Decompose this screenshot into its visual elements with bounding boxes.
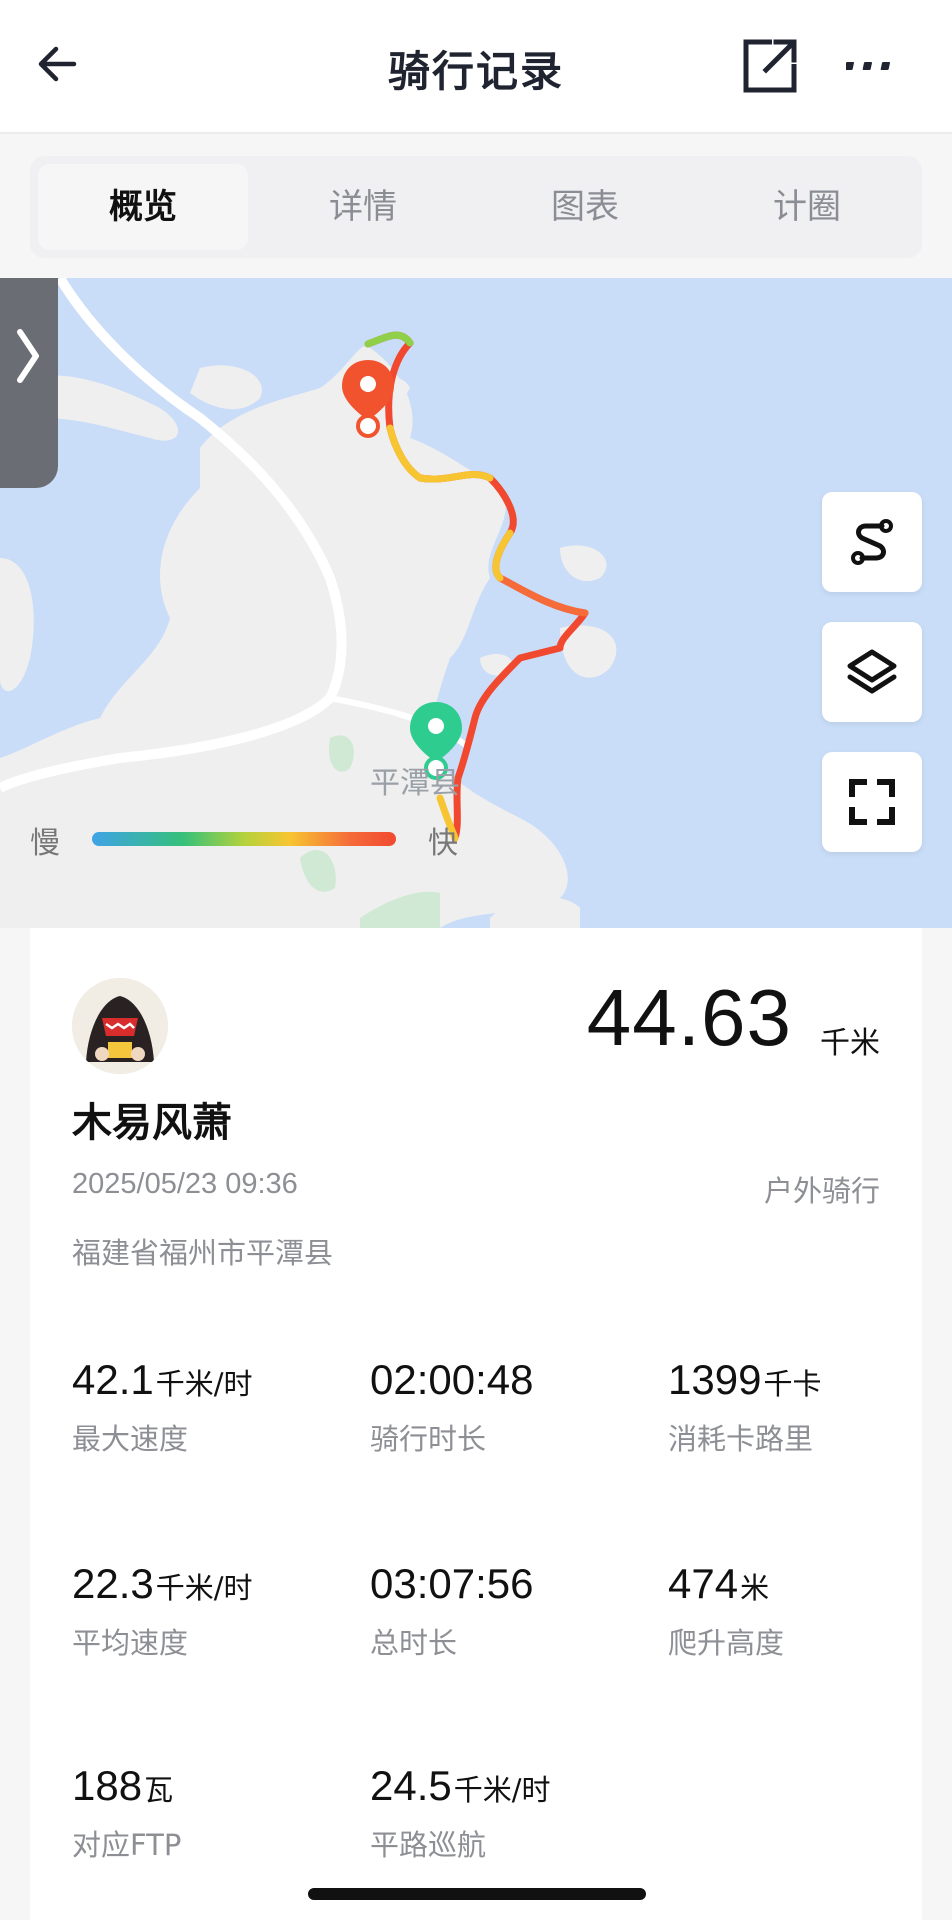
stat-total-duration: 03:07:56 总时长 [370,1560,660,1662]
stat-label: 最大速度 [72,1422,189,1456]
tab-overview[interactable]: 概览 [38,164,248,250]
stat-label: 消耗卡路里 [668,1422,814,1456]
stat-value: 474 [668,1560,739,1607]
stat-max-speed: 42.1千米/时 最大速度 [72,1356,362,1458]
tab-laps[interactable]: 计圈 [702,164,912,250]
more-button[interactable] [844,44,898,84]
route-map[interactable] [0,278,952,928]
activity-type: 户外骑行 [763,1174,880,1208]
stat-unit: 米 [740,1571,770,1605]
chevron-right-icon [17,329,39,383]
stat-unit: 瓦 [144,1773,174,1807]
stat-ride-duration: 02:00:48 骑行时长 [370,1356,660,1458]
stat-value: 42.1 [72,1356,154,1403]
more-dots-icon [844,62,890,70]
avatar-image [72,978,168,1074]
stat-calories: 1399千卡 消耗卡路里 [668,1356,952,1458]
stat-elevation-gain: 474米 爬升高度 [668,1560,952,1662]
stat-unit: 千米/时 [155,1571,253,1605]
page-title: 骑行记录 [387,47,564,96]
layers-icon [847,649,897,694]
share-button[interactable] [740,36,800,96]
tab-charts[interactable]: 图表 [480,164,690,250]
stat-unit: 千卡 [763,1367,822,1401]
route-icon [851,519,893,565]
fullscreen-icon [849,779,895,825]
stat-flat-cruise: 24.5千米/时 平路巡航 [370,1762,660,1864]
stat-unit: 千米/时 [155,1367,253,1401]
stat-label: 对应FTP [72,1828,182,1862]
stat-avg-speed: 22.3千米/时 平均速度 [72,1560,362,1662]
ride-location: 福建省福州市平潭县 [72,1236,334,1270]
ride-datetime: 2025/05/23 09:36 [72,1168,298,1200]
avatar[interactable] [72,978,168,1074]
distance-value: 44.63 [586,973,792,1062]
stat-value: 24.5 [370,1762,452,1809]
tab-details[interactable]: 详情 [258,164,468,250]
stat-label: 骑行时长 [370,1422,487,1456]
tab-bar: 概览 详情 图表 计圈 [30,156,922,258]
stat-value: 1399 [668,1356,762,1403]
legend-slow-label: 慢 [30,826,60,861]
stat-label: 平均速度 [72,1626,189,1660]
share-edit-icon [743,39,797,93]
username: 木易风萧 [72,1100,232,1146]
fullscreen-button[interactable] [822,752,922,852]
stat-label: 平路巡航 [370,1828,487,1862]
map-city-label: 平潭县 [370,766,460,801]
map-layers-button[interactable] [822,622,922,722]
end-marker-icon [342,360,394,438]
stat-value: 188 [72,1762,143,1809]
legend-fast-label: 快 [428,826,458,861]
top-bar: 骑行记录 [0,0,952,134]
speed-legend-bar [92,832,396,846]
distance-unit: 千米 [820,1026,880,1061]
stat-value: 22.3 [72,1560,154,1607]
stat-value: 03:07:56 [370,1560,534,1607]
side-panel-handle[interactable] [0,278,58,488]
map-background [0,278,617,928]
stat-label: 总时长 [370,1626,458,1660]
route-toggle-button[interactable] [822,492,922,592]
home-indicator[interactable] [308,1888,646,1900]
stat-value: 02:00:48 [370,1356,534,1403]
stat-ftp: 188瓦 对应FTP [72,1762,362,1864]
stat-label: 爬升高度 [668,1626,785,1660]
stat-unit: 千米/时 [453,1773,551,1807]
